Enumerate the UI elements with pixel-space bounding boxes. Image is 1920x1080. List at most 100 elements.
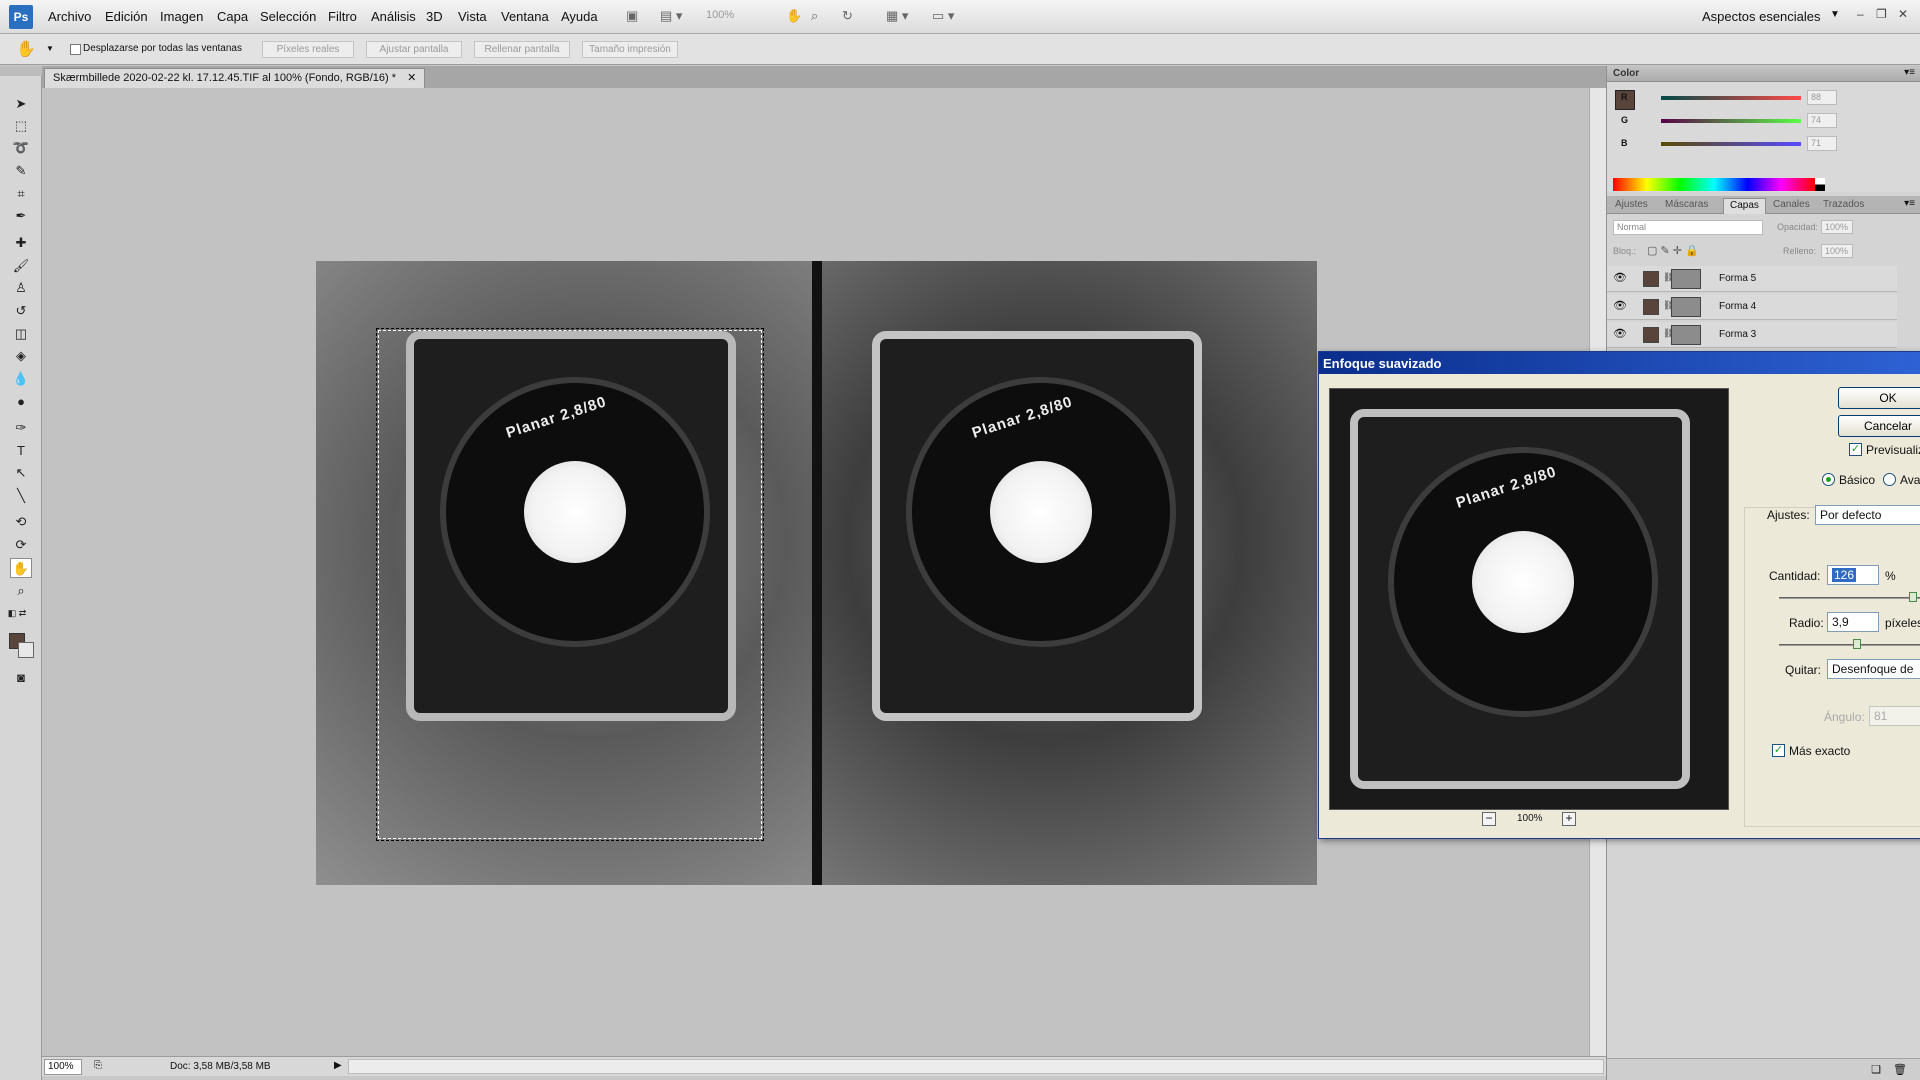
print-size-button[interactable]: Tamaño impresión <box>582 41 678 58</box>
close-icon[interactable]: ✕ <box>1898 7 1908 21</box>
marquee-tool-icon[interactable]: ⬚ <box>10 116 32 136</box>
quick-mask-icon[interactable]: ◙ <box>10 668 32 688</box>
zoom-field[interactable]: 100% <box>44 1059 82 1075</box>
menu-3d[interactable]: 3D <box>426 9 443 24</box>
angle-field[interactable]: 81 <box>1869 706 1920 726</box>
selection-marquee[interactable] <box>376 328 764 841</box>
preview-checkbox[interactable]: ✓ <box>1849 443 1862 456</box>
layer-mask-thumbnail[interactable] <box>1671 297 1701 317</box>
amount-slider[interactable] <box>1779 597 1920 599</box>
scroll-all-windows-checkbox[interactable] <box>70 44 81 55</box>
dialog-titlebar[interactable]: Enfoque suavizado <box>1319 352 1920 374</box>
opacity-field[interactable]: 100% <box>1821 220 1853 234</box>
amount-field[interactable]: 126 <box>1827 565 1879 585</box>
zoom-tool-icon[interactable]: ⌕ <box>10 581 32 601</box>
fit-screen-button[interactable]: Ajustar pantalla <box>366 41 462 58</box>
hand-tool-icon[interactable]: ✋ <box>10 558 32 578</box>
status-export-icon[interactable]: ⎘ <box>94 1060 102 1071</box>
layer-row[interactable]: 👁 ⛓ Forma 4 <box>1607 294 1897 320</box>
fill-field[interactable]: 100% <box>1821 244 1853 258</box>
layer-name[interactable]: Forma 3 <box>1719 329 1756 340</box>
menu-seleccion[interactable]: Selección <box>260 9 316 24</box>
zoom-out-icon[interactable]: − <box>1482 812 1496 826</box>
3d-orbit-tool-icon[interactable]: ⟳ <box>10 535 32 555</box>
minimize-icon[interactable]: – <box>1857 7 1864 21</box>
crop-tool-icon[interactable]: ⌗ <box>10 184 32 204</box>
panel-grip[interactable] <box>0 66 42 76</box>
layer-row[interactable]: 👁 ⛓ Forma 5 <box>1607 266 1897 292</box>
ok-button[interactable]: OK <box>1838 387 1920 409</box>
history-brush-tool-icon[interactable]: ↺ <box>10 301 32 321</box>
tab-trazados[interactable]: Trazados <box>1817 198 1870 214</box>
layer-mask-thumbnail[interactable] <box>1671 325 1701 345</box>
background-color-swatch[interactable] <box>18 642 34 658</box>
trash-icon[interactable]: 🗑 <box>1893 1063 1907 1076</box>
amount-slider-thumb[interactable] <box>1909 592 1917 602</box>
advanced-radio[interactable] <box>1883 473 1896 486</box>
dodge-tool-icon[interactable]: ● <box>10 392 32 412</box>
menu-capa[interactable]: Capa <box>217 9 248 24</box>
menu-vista[interactable]: Vista <box>458 9 487 24</box>
chevron-down-icon[interactable]: ▼ <box>1830 9 1840 20</box>
3d-rotate-tool-icon[interactable]: ⟲ <box>10 512 32 532</box>
mini-bridge-icon[interactable]: ▤ ▾ <box>660 8 682 26</box>
brush-tool-icon[interactable]: 🖌 <box>10 256 32 276</box>
chevron-right-icon[interactable]: ▶ <box>334 1060 342 1071</box>
layer-fill-swatch[interactable] <box>1643 327 1659 343</box>
actual-pixels-button[interactable]: Píxeles reales <box>262 41 354 58</box>
layer-name[interactable]: Forma 4 <box>1719 301 1756 312</box>
panel-menu-icon[interactable]: ▾≡ <box>1904 198 1915 209</box>
chevron-down-icon[interactable]: ▼ <box>46 44 54 53</box>
channel-b-value[interactable]: 71 <box>1807 136 1837 151</box>
zoom-tool-icon[interactable]: ⌕ <box>811 8 818 26</box>
zoom-in-icon[interactable]: + <box>1562 812 1576 826</box>
panel-menu-icon[interactable]: ▾≡ <box>1904 67 1915 78</box>
tab-mascaras[interactable]: Máscaras <box>1659 198 1714 214</box>
channel-g-value[interactable]: 74 <box>1807 113 1837 128</box>
menu-archivo[interactable]: Archivo <box>48 9 91 24</box>
arrange-documents-icon[interactable]: ▦ ▾ <box>886 8 908 26</box>
blend-mode-select[interactable]: Normal <box>1613 220 1763 235</box>
cancel-button[interactable]: Cancelar <box>1838 415 1920 437</box>
radius-slider-thumb[interactable] <box>1853 639 1861 649</box>
healing-brush-tool-icon[interactable]: ✚ <box>10 233 32 253</box>
layer-mask-thumbnail[interactable] <box>1671 269 1701 289</box>
menu-ventana[interactable]: Ventana <box>501 9 549 24</box>
more-accurate-checkbox[interactable]: ✓ <box>1772 744 1785 757</box>
line-tool-icon[interactable]: ╲ <box>10 486 32 506</box>
layer-name[interactable]: Forma 5 <box>1719 273 1756 284</box>
menu-analisis[interactable]: Análisis <box>371 9 416 24</box>
eye-icon[interactable]: 👁 <box>1613 299 1627 312</box>
close-icon[interactable]: ✕ <box>407 72 416 84</box>
new-layer-icon[interactable]: ❑ <box>1871 1063 1881 1076</box>
hand-tool-icon[interactable]: ✋ <box>786 8 802 26</box>
bridge-icon[interactable]: ▣ <box>626 8 638 26</box>
hand-tool-preset-icon[interactable]: ✋ <box>16 39 36 59</box>
lasso-tool-icon[interactable]: ➰ <box>10 138 32 158</box>
radius-field[interactable]: 3,9 <box>1827 612 1879 632</box>
swap-colors-icon[interactable]: ◧ ⇄ <box>6 603 28 623</box>
layer-row[interactable]: 👁 ⛓ Forma 3 <box>1607 322 1897 348</box>
eye-icon[interactable]: 👁 <box>1613 271 1627 284</box>
basic-radio[interactable] <box>1822 473 1835 486</box>
document-image[interactable]: Planar 2,8/80 Planar 2,8/80 <box>316 261 1317 885</box>
color-spectrum-bw[interactable] <box>1815 178 1825 191</box>
layer-fill-swatch[interactable] <box>1643 271 1659 287</box>
quick-selection-tool-icon[interactable]: ✎ <box>10 161 32 181</box>
dialog-preview[interactable]: Planar 2,8/80 <box>1329 388 1729 810</box>
pen-tool-icon[interactable]: ✑ <box>10 418 32 438</box>
screen-mode-icon[interactable]: ▭ ▾ <box>932 8 954 26</box>
document-tab[interactable]: Skærmbillede 2020-02-22 kl. 17.12.45.TIF… <box>44 68 426 88</box>
tab-canales[interactable]: Canales <box>1767 198 1816 214</box>
fill-screen-button[interactable]: Rellenar pantalla <box>474 41 570 58</box>
eyedropper-tool-icon[interactable]: ✒ <box>10 206 32 226</box>
channel-g-slider[interactable] <box>1661 119 1801 123</box>
move-tool-icon[interactable]: ➤ <box>10 94 32 114</box>
type-tool-icon[interactable]: T <box>10 441 32 461</box>
zoom-level-select[interactable]: 100% <box>706 9 758 25</box>
path-selection-tool-icon[interactable]: ↖ <box>10 463 32 483</box>
menu-imagen[interactable]: Imagen <box>160 9 203 24</box>
eraser-tool-icon[interactable]: ◫ <box>10 324 32 344</box>
settings-select[interactable]: Por defecto <box>1815 505 1920 525</box>
rotate-view-icon[interactable]: ↻ <box>842 8 853 26</box>
